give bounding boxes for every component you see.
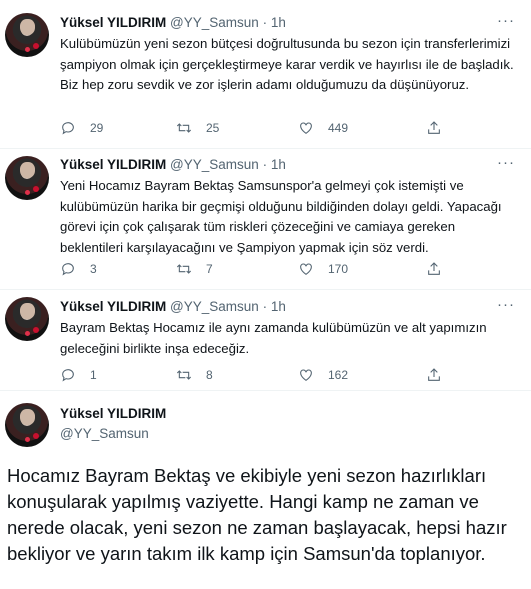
tweet-header: Yüksel YILDIRIM @YY_Samsun · 1h [60, 299, 286, 315]
main-tweet[interactable]: Yüksel YILDIRIM @YY_Samsun Hocamız Bayra… [0, 391, 531, 589]
author-handle[interactable]: @YY_Samsun [170, 299, 259, 314]
avatar[interactable] [5, 403, 49, 447]
share-button[interactable] [426, 367, 442, 383]
reply-count: 1 [90, 368, 97, 382]
tweet-text: Kulübümüzün yeni sezon bütçesi doğrultus… [60, 36, 514, 92]
author-name[interactable]: Yüksel YILDIRIM [60, 15, 166, 30]
separator: · [262, 299, 268, 314]
tweet-text: Hocamız Bayram Bektaş ve ekibiyle yeni s… [7, 465, 507, 564]
tweet-1[interactable]: Yüksel YILDIRIM @YY_Samsun · 1h ··· Kulü… [0, 0, 531, 148]
reply-icon [62, 122, 74, 135]
author-name[interactable]: Yüksel YILDIRIM [60, 157, 166, 172]
timestamp[interactable]: 1h [271, 299, 286, 314]
more-icon[interactable]: ··· [497, 296, 515, 313]
like-button[interactable]: 162 [298, 367, 348, 383]
like-count: 449 [328, 121, 349, 135]
avatar[interactable] [5, 13, 49, 57]
retweet-icon [176, 123, 192, 133]
more-icon[interactable]: ··· [497, 154, 515, 171]
tweet-3[interactable]: Yüksel YILDIRIM @YY_Samsun · 1h ··· Bayr… [0, 290, 531, 390]
author-name[interactable]: Yüksel YILDIRIM [60, 406, 166, 421]
reply-count: 29 [90, 121, 104, 135]
share-button[interactable] [426, 261, 442, 277]
share-icon [428, 262, 440, 275]
share-icon [428, 121, 440, 134]
tweet-actions: 1 8 162 [60, 367, 460, 385]
retweet-icon [176, 370, 192, 380]
retweet-count: 8 [206, 368, 213, 382]
tweet-header: Yüksel YILDIRIM @YY_Samsun · 1h [60, 15, 286, 31]
tweet-header: Yüksel YILDIRIM [60, 406, 166, 422]
tweet-header: Yüksel YILDIRIM @YY_Samsun · 1h [60, 157, 286, 173]
reply-icon [62, 263, 74, 276]
retweet-count: 25 [206, 121, 220, 135]
timestamp[interactable]: 1h [271, 15, 286, 30]
heart-icon [300, 263, 312, 275]
separator: · [262, 15, 268, 30]
timestamp[interactable]: 1h [271, 157, 286, 172]
share-button[interactable] [426, 120, 442, 136]
reply-button[interactable]: 29 [60, 120, 103, 136]
avatar[interactable] [5, 297, 49, 341]
reply-icon [62, 369, 74, 382]
retweet-button[interactable]: 25 [176, 120, 219, 136]
like-button[interactable]: 449 [298, 120, 348, 136]
tweet-actions: 3 7 170 [60, 261, 460, 279]
more-icon[interactable]: ··· [497, 12, 515, 29]
retweet-button[interactable]: 7 [176, 261, 213, 277]
author-handle[interactable]: @YY_Samsun [60, 426, 149, 441]
author-name[interactable]: Yüksel YILDIRIM [60, 299, 166, 314]
like-button[interactable]: 170 [298, 261, 348, 277]
avatar[interactable] [5, 156, 49, 200]
tweet-actions: 29 25 449 [60, 120, 460, 138]
heart-icon [300, 369, 312, 381]
reply-button[interactable]: 1 [60, 367, 97, 383]
author-handle[interactable]: @YY_Samsun [170, 15, 259, 30]
like-count: 162 [328, 368, 349, 382]
tweet-2[interactable]: Yüksel YILDIRIM @YY_Samsun · 1h ··· Yeni… [0, 149, 531, 289]
heart-icon [300, 122, 312, 134]
author-handle[interactable]: @YY_Samsun [170, 157, 259, 172]
retweet-icon [176, 264, 192, 274]
reply-button[interactable]: 3 [60, 261, 97, 277]
retweet-button[interactable]: 8 [176, 367, 213, 383]
separator: · [262, 157, 268, 172]
retweet-count: 7 [206, 262, 213, 276]
tweet-text: Bayram Bektaş Hocamız ile aynı zamanda k… [60, 320, 487, 356]
reply-count: 3 [90, 262, 97, 276]
share-icon [428, 368, 440, 381]
tweet-text: Yeni Hocamız Bayram Bektaş Samsunspor'a … [60, 178, 502, 255]
like-count: 170 [328, 262, 349, 276]
